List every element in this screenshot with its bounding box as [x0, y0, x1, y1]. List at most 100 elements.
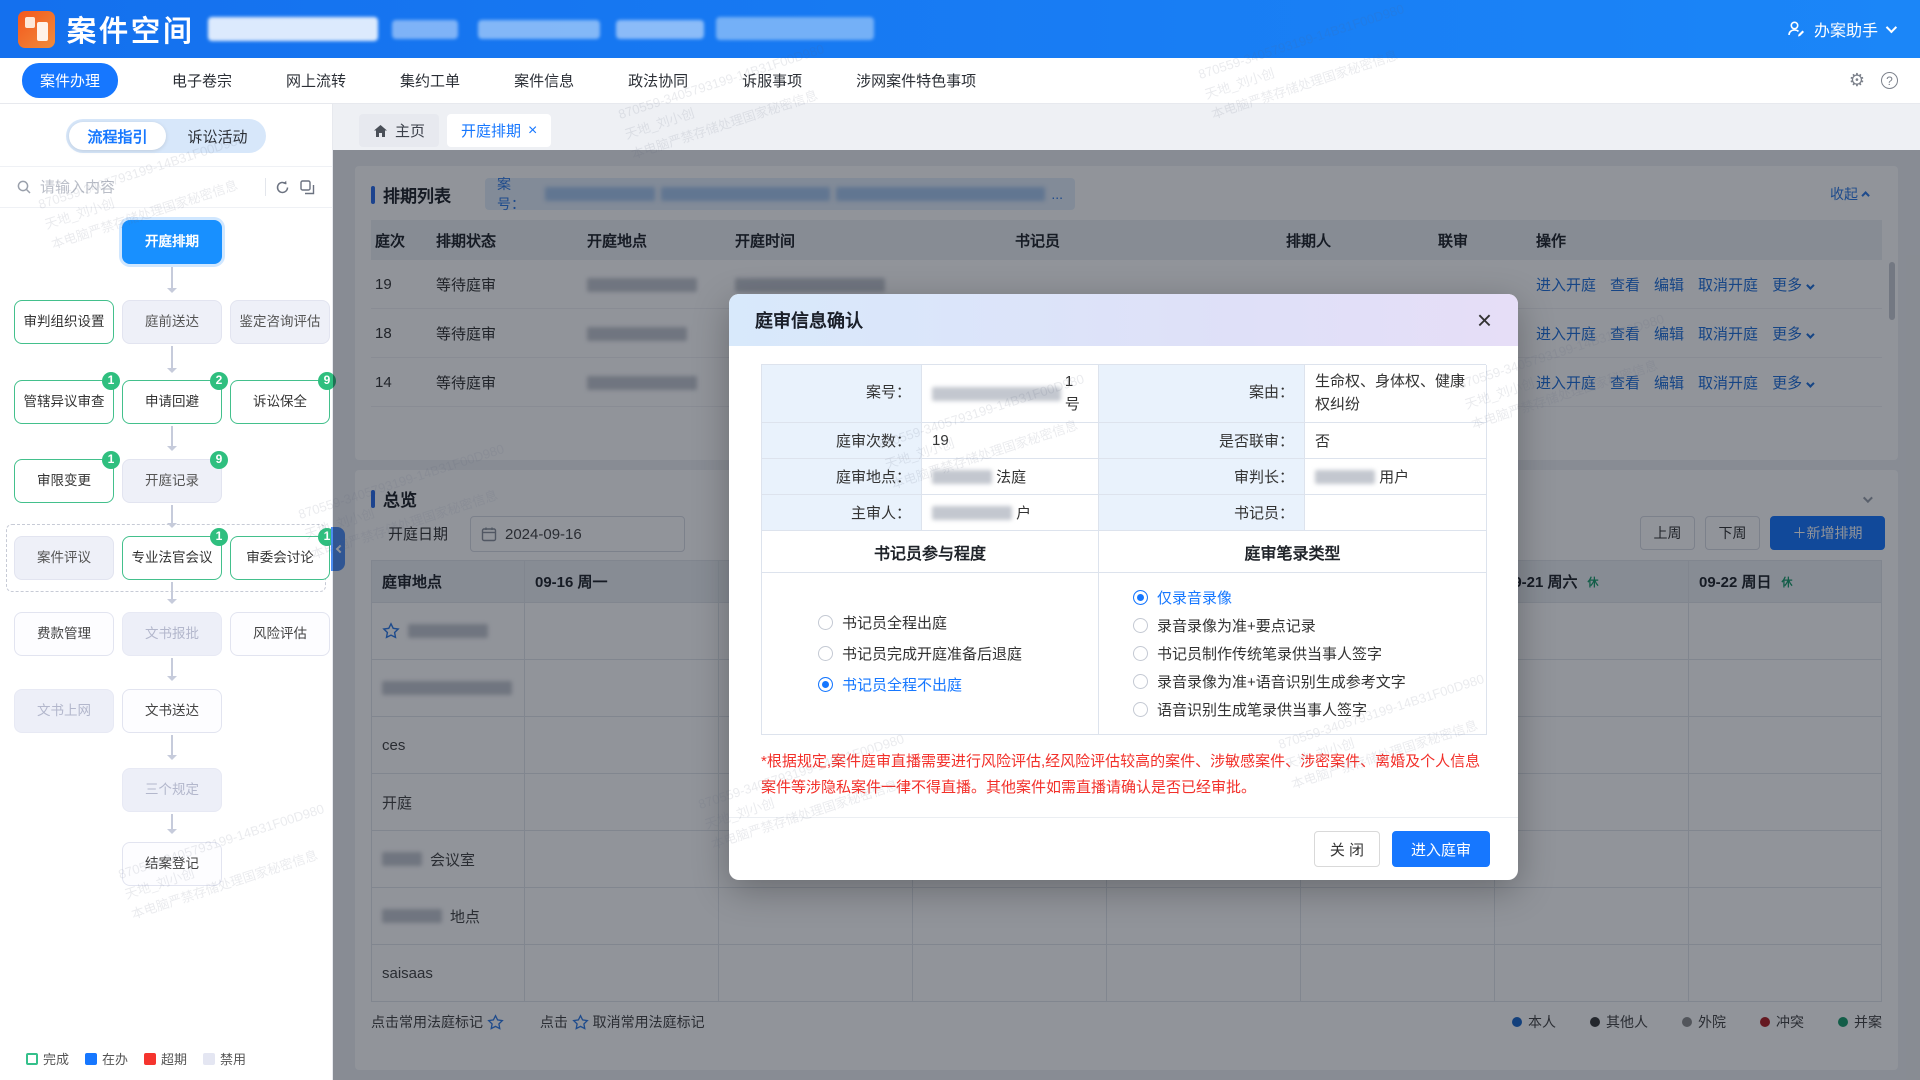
flow-node-risk-assessment[interactable]: 风险评估 [230, 612, 330, 656]
flow-node-preservation[interactable]: 诉讼保全9 [230, 380, 330, 424]
flow-node-hearing-record[interactable]: 开庭记录9 [122, 459, 222, 503]
flow-node-committee-discussion[interactable]: 审委会讨论1 [230, 536, 330, 580]
radio-av-only[interactable]: 仅录音录像 [1133, 587, 1232, 608]
flow-node-appraisal[interactable]: 鉴定咨询评估 [230, 300, 330, 344]
nav-item-service-items[interactable]: 诉服事项 [742, 70, 802, 91]
count-badge: 1 [102, 451, 120, 469]
flow-node-fee-management[interactable]: 费款管理 [14, 612, 114, 656]
chief-judge-value: 户 [922, 495, 1099, 531]
tab-home[interactable]: 主页 [359, 114, 439, 147]
count-badge: 9 [210, 451, 228, 469]
close-tab-icon[interactable]: × [528, 122, 537, 140]
search-input[interactable] [40, 179, 257, 196]
nav-item-online-flow[interactable]: 网上流转 [286, 70, 346, 91]
dialog-title: 庭审信息确认 [755, 307, 863, 333]
radio-av-plus-asr[interactable]: 录音录像为准+语音识别生成参考文字 [1133, 671, 1406, 692]
tab-court-schedule[interactable]: 开庭排期 × [447, 114, 551, 147]
flow-node-case-closing[interactable]: 结案登记 [122, 842, 222, 886]
legend-overdue-swatch [144, 1053, 156, 1065]
assistant-label: 办案助手 [1814, 17, 1878, 41]
radio-av-plus-notes[interactable]: 录音录像为准+要点记录 [1133, 615, 1316, 636]
cause-label: 案由： [1099, 365, 1305, 423]
flow-node-doc-approval[interactable]: 文书报批 [122, 612, 222, 656]
session-count-value: 19 [922, 423, 1099, 459]
dialog-footer: 关 闭 进入庭审 [729, 817, 1518, 880]
nav-item-case-info[interactable]: 案件信息 [514, 70, 574, 91]
top-header: 案件空间 办案助手 [0, 0, 1920, 58]
presiding-judge-label: 审判长： [1099, 459, 1305, 495]
radio-traditional-record[interactable]: 书记员制作传统笔录供当事人签字 [1133, 643, 1382, 664]
assistant-menu[interactable]: 办案助手 [1786, 17, 1894, 41]
redacted-header-text [208, 17, 378, 41]
flow-node-trial-org[interactable]: 审判组织设置 [14, 300, 114, 344]
live-broadcast-warning: *根据规定,案件庭审直播需要进行风险评估,经风险评估较高的案件、涉敏感案件、涉密… [761, 749, 1486, 801]
legend-disabled-swatch [203, 1053, 215, 1065]
flow-node-pretrial-delivery[interactable]: 庭前送达 [122, 300, 222, 344]
sidebar-search [0, 166, 332, 208]
record-type-header: 庭审笔录类型 [1099, 531, 1487, 573]
flow-node-doc-delivery[interactable]: 文书送达 [122, 689, 222, 733]
legend-done-swatch [26, 1053, 38, 1065]
sidebar: 流程指引 诉讼活动 开庭排期 审判组织设置 庭前送达 鉴定咨询评估 管 [0, 104, 333, 1080]
search-icon [16, 179, 32, 195]
nav-item-legal-collab[interactable]: 政法协同 [628, 70, 688, 91]
flow-arrow [171, 426, 173, 448]
nav-item-case-handling[interactable]: 案件办理 [22, 63, 118, 98]
help-icon[interactable]: ? [1881, 72, 1898, 89]
process-flowchart: 开庭排期 审判组织设置 庭前送达 鉴定咨询评估 管辖异议审查1 申请回避2 诉讼… [0, 210, 332, 1024]
radio-icon [1133, 590, 1148, 605]
count-badge: 1 [210, 528, 228, 546]
flow-node-case-review[interactable]: 案件评议 [14, 536, 114, 580]
flow-node-jurisdiction-objection[interactable]: 管辖异议审查1 [14, 380, 114, 424]
flow-node-court-schedule[interactable]: 开庭排期 [122, 220, 222, 264]
presiding-judge-value: 用户 [1305, 459, 1487, 495]
flow-node-judge-meeting[interactable]: 专业法官会议1 [122, 536, 222, 580]
hearing-info-table: 案号： 1号 案由： 生命权、身体权、健康权纠纷 庭审次数： 19 是否联审： … [761, 364, 1486, 735]
redacted-header-text [616, 20, 704, 39]
radio-clerk-no-attend[interactable]: 书记员全程不出庭 [818, 674, 962, 695]
flow-arrow [171, 658, 173, 678]
redacted-header-text [478, 20, 600, 39]
flow-node-three-rules[interactable]: 三个规定 [122, 768, 222, 812]
home-icon [373, 124, 388, 138]
nav-item-e-file[interactable]: 电子卷宗 [172, 70, 232, 91]
case-no-label: 案号： [762, 365, 922, 423]
tab-litigation-activity[interactable]: 诉讼活动 [169, 119, 266, 153]
divider [265, 178, 266, 196]
joint-trial-label: 是否联审： [1099, 423, 1305, 459]
nav-item-internet-case[interactable]: 涉网案件特色事项 [856, 70, 976, 91]
clerk-value [1305, 495, 1487, 531]
user-icon [1786, 19, 1806, 39]
dialog-header: 庭审信息确认 × [729, 294, 1518, 346]
clerk-label: 书记员： [1099, 495, 1305, 531]
hearing-confirm-dialog: 庭审信息确认 × 案号： 1号 案由： 生命权、身体权、健康权纠纷 庭审次数： … [729, 294, 1518, 880]
main-nav: 案件办理 电子卷宗 网上流转 集约工单 案件信息 政法协同 诉服事项 涉网案件特… [0, 58, 1920, 104]
clerk-participation-options: 书记员全程出庭 书记员完成开庭准备后退庭 书记员全程不出庭 [762, 573, 1099, 735]
chevron-down-icon [1886, 22, 1897, 33]
radio-icon [1133, 674, 1148, 689]
page-tabs: 主页 开庭排期 × [333, 114, 551, 147]
radio-icon [818, 646, 833, 661]
close-icon[interactable]: × [1477, 307, 1492, 333]
sidebar-toggle: 流程指引 诉讼活动 [66, 119, 266, 153]
refresh-icon[interactable] [274, 179, 291, 196]
flow-arrow [171, 266, 173, 290]
case-no-value: 1号 [922, 365, 1099, 423]
radio-clerk-full-attend[interactable]: 书记员全程出庭 [818, 612, 947, 633]
radio-icon [1133, 618, 1148, 633]
radio-clerk-leave-after-prep[interactable]: 书记员完成开庭准备后退庭 [818, 643, 1022, 664]
flow-node-doc-online[interactable]: 文书上网 [14, 689, 114, 733]
tab-process-guide[interactable]: 流程指引 [69, 122, 166, 150]
location-label: 庭审地点： [762, 459, 922, 495]
flow-arrow [171, 505, 173, 525]
enter-hearing-button[interactable]: 进入庭审 [1392, 831, 1490, 867]
flow-state-legend: 完成 在办 超期 禁用 [26, 1049, 246, 1068]
flow-node-trial-limit-change[interactable]: 审限变更1 [14, 459, 114, 503]
radio-asr-record-sign[interactable]: 语音识别生成笔录供当事人签字 [1133, 699, 1367, 720]
flow-node-recusal[interactable]: 申请回避2 [122, 380, 222, 424]
layers-icon[interactable] [299, 179, 316, 196]
close-button[interactable]: 关 闭 [1314, 831, 1380, 867]
gear-icon[interactable]: ⚙ [1849, 70, 1865, 91]
nav-item-work-order[interactable]: 集约工单 [400, 70, 460, 91]
redacted-header-text [716, 17, 874, 40]
